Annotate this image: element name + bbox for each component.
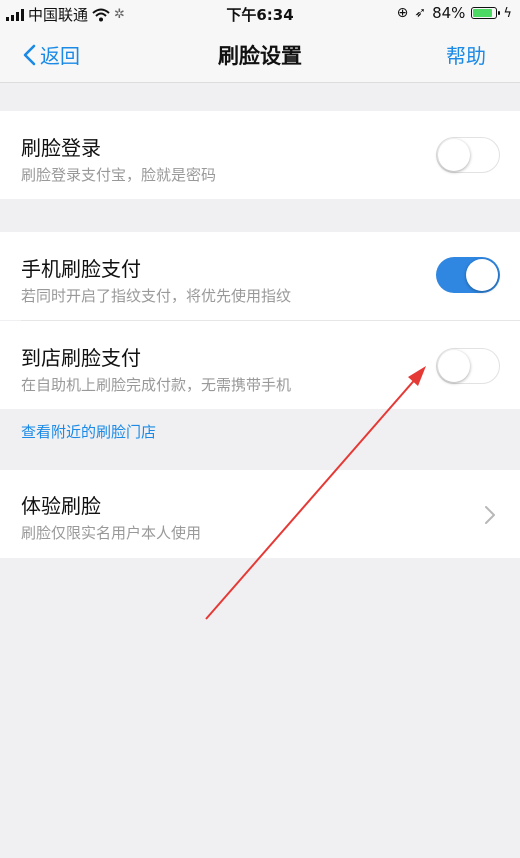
annotation-arrow [205,366,426,620]
